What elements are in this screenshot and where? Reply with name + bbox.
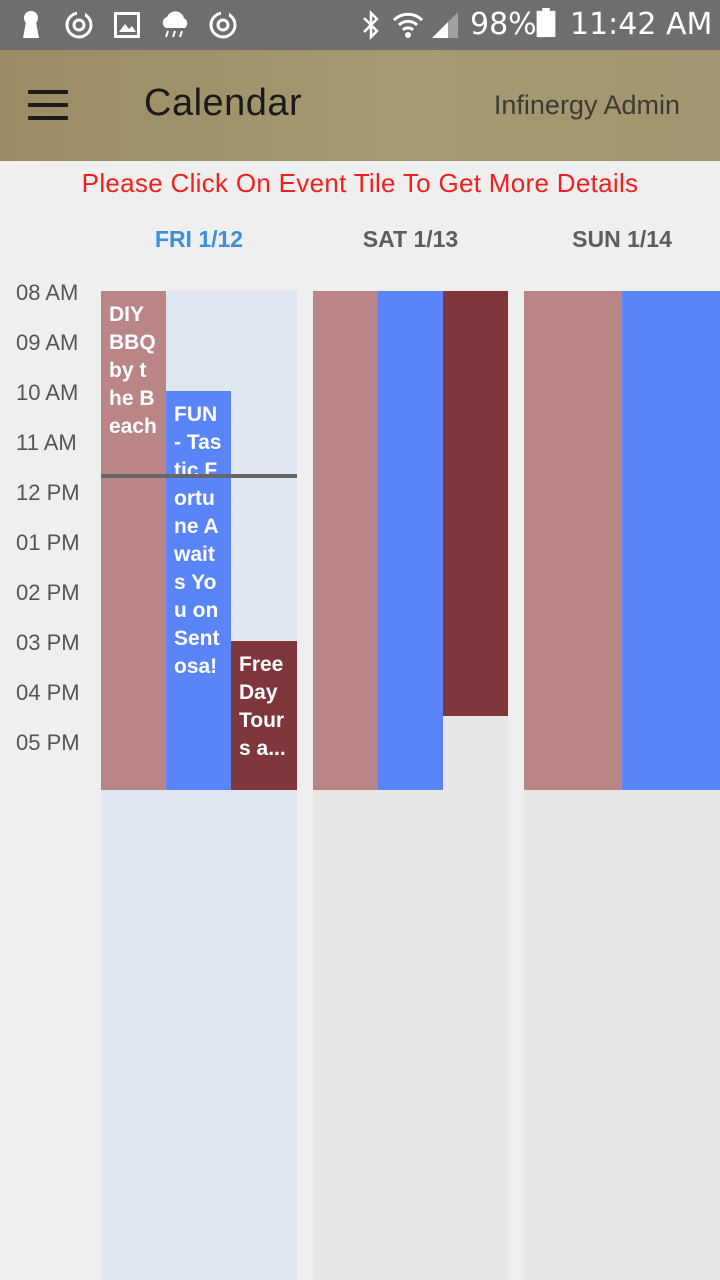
time-label: 10 AM <box>16 380 79 405</box>
keyhole-icon <box>23 11 39 38</box>
event-tile[interactable] <box>443 291 508 716</box>
event-tile[interactable] <box>378 291 443 790</box>
time-label: 03 PM <box>16 630 80 655</box>
time-label: 12 PM <box>16 480 80 505</box>
app-bar: Calendar Infinergy Admin <box>0 50 720 161</box>
instruction-notice: Please Click On Event Tile To Get More D… <box>81 168 639 198</box>
time-label: 05 PM <box>16 730 80 755</box>
time-label: 11 AM <box>16 430 77 455</box>
time-label: 04 PM <box>16 680 80 705</box>
time-label: 02 PM <box>16 580 80 605</box>
event-tile[interactable] <box>313 291 378 790</box>
day-header-sun[interactable]: SUN 1/14 <box>524 226 720 253</box>
hamburger-menu-icon[interactable] <box>28 90 68 120</box>
battery-percent: 98% <box>470 7 537 42</box>
current-time-indicator <box>101 474 297 478</box>
day-header-fri[interactable]: FRI 1/12 <box>101 226 297 253</box>
time-label: 01 PM <box>16 530 80 555</box>
status-bar: 98% 11:42 AM <box>0 0 720 50</box>
time-label: 09 AM <box>16 330 79 355</box>
wifi-icon <box>392 12 424 38</box>
event-tile[interactable] <box>524 291 622 790</box>
event-tile[interactable] <box>622 291 720 790</box>
user-name[interactable]: Infinergy Admin <box>494 90 680 121</box>
event-title: FUN - Tastic Fortune Awaits You on Sento… <box>174 403 222 678</box>
event-title: Free Day Tours a... <box>239 653 286 760</box>
signal-icon <box>432 12 458 38</box>
time-label: 08 AM <box>16 280 79 305</box>
event-title: DIY BBQ by the Beach <box>109 303 157 438</box>
page-title: Calendar <box>144 82 303 124</box>
image-icon <box>114 12 140 38</box>
clock: 11:42 AM <box>570 7 713 42</box>
battery-icon <box>536 8 556 38</box>
bluetooth-icon <box>363 10 379 40</box>
sync-icon <box>65 10 93 39</box>
event-tile[interactable]: DIY BBQ by the Beach <box>101 291 166 790</box>
sync-icon <box>209 10 237 39</box>
event-tile[interactable]: Free Day Tours a... <box>231 641 297 790</box>
weather-cloud-icon <box>162 11 188 38</box>
day-header-sat[interactable]: SAT 1/13 <box>313 226 508 253</box>
event-tile[interactable]: FUN - Tastic Fortune Awaits You on Sento… <box>166 391 231 790</box>
